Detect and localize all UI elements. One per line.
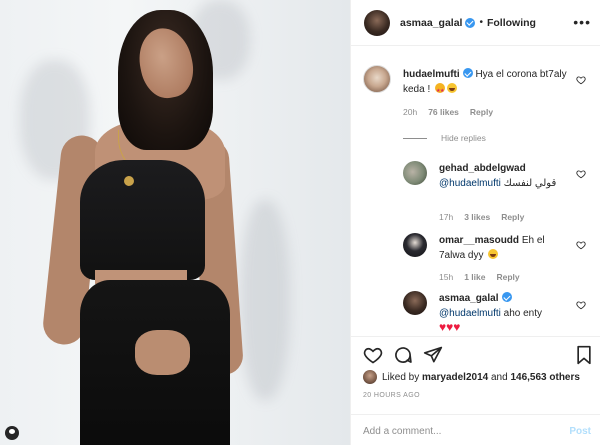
- following-button[interactable]: Following: [487, 17, 536, 29]
- commenter-avatar[interactable]: [403, 291, 427, 315]
- post-header: asmaa_galal • Following •••: [351, 0, 600, 46]
- like-comment-heart-icon[interactable]: [576, 169, 586, 179]
- photo-shadow: [240, 200, 290, 400]
- share-paper-plane-icon[interactable]: [423, 345, 443, 365]
- photo-top: [80, 160, 205, 280]
- verified-badge-icon: [501, 292, 512, 302]
- post-actions-bar: [351, 336, 600, 370]
- comment-likes[interactable]: 1 like: [464, 272, 485, 282]
- liked-by-prefix: Liked by: [382, 371, 420, 383]
- commenter-avatar[interactable]: [403, 233, 427, 257]
- verified-badge-icon: [462, 68, 473, 78]
- photo-hand: [135, 330, 190, 375]
- comment-username[interactable]: hudaelmufti: [403, 69, 460, 80]
- post-photo[interactable]: [0, 0, 350, 445]
- like-comment-heart-icon[interactable]: [576, 240, 586, 250]
- add-comment-bar: Post: [351, 414, 600, 445]
- hide-replies-label: Hide replies: [441, 133, 486, 143]
- comment-username[interactable]: asmaa_galal: [439, 293, 499, 304]
- comment-time[interactable]: 15h: [439, 272, 453, 282]
- liked-by-summary: Liked by maryadel2014 and 146,563 others: [363, 370, 580, 384]
- comment-mention[interactable]: @hudaelmufti: [439, 178, 501, 189]
- commenter-avatar[interactable]: [363, 65, 391, 93]
- like-comment-heart-icon[interactable]: [576, 300, 586, 310]
- laughing-emoji-icon: [488, 249, 499, 259]
- header-separator: •: [479, 17, 483, 28]
- like-comment-heart-icon[interactable]: [576, 75, 586, 85]
- comment-text: gehad_abdelgwad @hudaelmufti قولي لنفسك: [439, 161, 569, 191]
- reply-button[interactable]: Reply: [501, 212, 524, 222]
- post-timestamp[interactable]: 20 HOURS AGO: [363, 392, 420, 399]
- comment-text: omar__masoudd Eh el 7alwa dyy: [439, 233, 569, 263]
- hide-replies-toggle[interactable]: Hide replies: [403, 133, 486, 143]
- tagged-user-icon[interactable]: [5, 426, 19, 440]
- liked-by-others[interactable]: 146,563 others: [510, 372, 580, 383]
- comment-text: hudaelmufti Hya el corona bt7aly keda !: [403, 67, 568, 99]
- red-heart-emoji-icon: ♥♥♥: [439, 320, 461, 334]
- more-horizontal-icon[interactable]: •••: [573, 14, 591, 30]
- comment-bubble-icon[interactable]: [393, 345, 413, 365]
- commenter-avatar[interactable]: [403, 161, 427, 185]
- comment-time[interactable]: 20h: [403, 107, 417, 117]
- post-comment-button[interactable]: Post: [569, 426, 591, 437]
- comment-body: aho enty: [503, 308, 543, 319]
- comment-meta: 17h 3 likes Reply: [439, 212, 524, 222]
- post-side-panel: asmaa_galal • Following ••• hudaelmufti …: [350, 0, 600, 445]
- comment-likes[interactable]: 3 likes: [464, 212, 490, 222]
- liked-by-and: and: [490, 371, 508, 383]
- comments-list[interactable]: hudaelmufti Hya el corona bt7aly keda ! …: [351, 47, 600, 335]
- author-username[interactable]: asmaa_galal: [400, 17, 462, 29]
- author-avatar[interactable]: [364, 9, 390, 36]
- liker-avatar[interactable]: [363, 370, 377, 384]
- like-heart-icon[interactable]: [363, 345, 383, 365]
- comment-username[interactable]: omar__masoudd: [439, 235, 519, 246]
- comment-text: asmaa_galal @hudaelmufti aho enty ♥♥♥: [439, 291, 569, 335]
- reply-button[interactable]: Reply: [470, 107, 493, 117]
- comment-body: قولي لنفسك: [503, 178, 557, 189]
- star-struck-emoji-icon: [435, 83, 446, 99]
- comment-username[interactable]: gehad_abdelgwad: [439, 163, 526, 174]
- comment-likes[interactable]: 76 likes: [428, 107, 459, 117]
- comment-mention[interactable]: @hudaelmufti: [439, 308, 501, 319]
- reply-button[interactable]: Reply: [496, 272, 519, 282]
- laughing-emoji-icon: [447, 83, 458, 93]
- verified-badge-icon: [465, 17, 476, 28]
- comment-meta: 20h 76 likes Reply: [403, 107, 493, 117]
- divider: [403, 137, 427, 139]
- photo-pendant: [124, 176, 134, 186]
- save-bookmark-icon[interactable]: [575, 345, 593, 365]
- comment-time[interactable]: 17h: [439, 212, 453, 222]
- liked-by-user[interactable]: maryadel2014: [422, 372, 488, 383]
- comment-meta: 15h 1 like Reply: [439, 272, 520, 282]
- add-comment-input[interactable]: [363, 422, 553, 440]
